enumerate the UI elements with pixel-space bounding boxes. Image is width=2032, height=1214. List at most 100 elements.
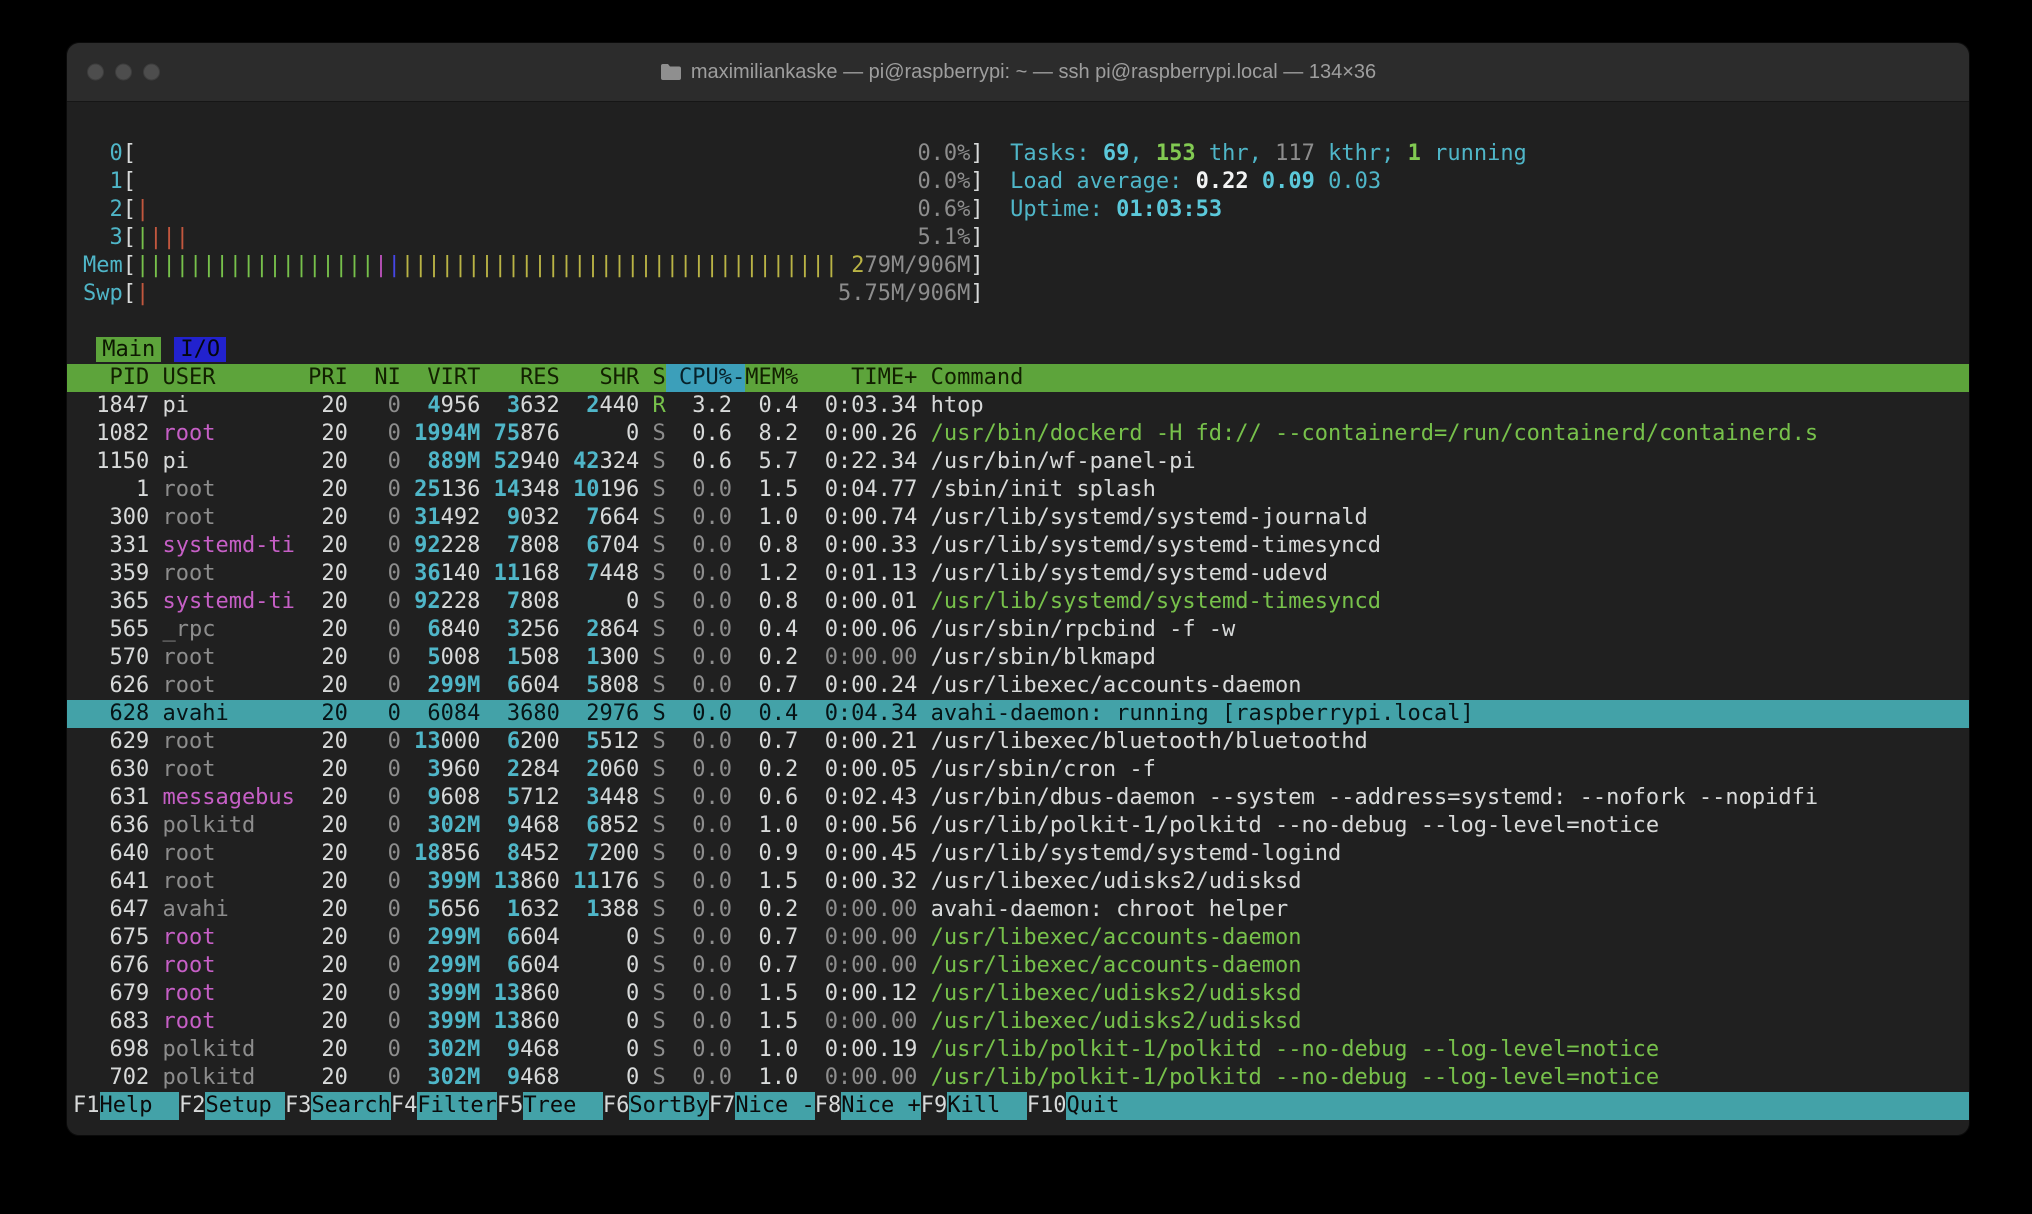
cell-cpu-percent: 0.0 (679, 896, 732, 924)
fkey-key-f10[interactable]: F10 (1027, 1092, 1067, 1120)
fkey-key-f2[interactable]: F2 (179, 1092, 206, 1120)
cell-cpu-percent: 0.0 (679, 924, 732, 952)
info-line-2: Uptime: 01:03:53 (1010, 197, 1222, 222)
cell-command: avahi-daemon: chroot helper (931, 897, 1289, 922)
cell-cpu-percent: 0.6 (679, 420, 732, 448)
col-pri[interactable]: PRI (308, 364, 348, 392)
cell-mem-percent: 1.0 (745, 1036, 798, 1064)
col-pid[interactable]: PID (83, 364, 149, 392)
process-row-570[interactable]: 570 root 20 0 5008 1508 1300 S 0.0 0.2 0… (67, 644, 1969, 672)
fkey-kill[interactable]: Kill (947, 1092, 1026, 1120)
cell-cpu-percent: 0.0 (679, 1008, 732, 1036)
col-mem[interactable]: MEM% (745, 364, 798, 392)
process-row-359[interactable]: 359 root 20 0 36140 11168 7448 S 0.0 1.2… (67, 560, 1969, 588)
fkey-key-f1[interactable]: F1 (73, 1092, 100, 1120)
fkey-setup[interactable]: Setup (205, 1092, 284, 1120)
cell-time: 0:00.00 (811, 1008, 917, 1036)
fkey-filter[interactable]: Filter (417, 1092, 496, 1120)
process-row-1150[interactable]: 1150 pi 20 0 889M 52940 42324 S 0.6 5.7 … (67, 448, 1969, 476)
process-row-1082[interactable]: 1082 root 20 0 1994M 75876 0 S 0.6 8.2 0… (67, 420, 1969, 448)
cell-res: 11168 (494, 560, 560, 588)
meter-3: 3[||||5.1%] (83, 225, 984, 250)
process-row-1[interactable]: 1 root 20 0 25136 14348 10196 S 0.0 1.5 … (67, 476, 1969, 504)
col-ni[interactable]: NI (361, 364, 401, 392)
cell-command: /usr/libexec/udisks2/udisksd (931, 869, 1302, 894)
cell-state: S (653, 1008, 666, 1036)
process-row-630[interactable]: 630 root 20 0 3960 2284 2060 S 0.0 0.2 0… (67, 756, 1969, 784)
process-row-626[interactable]: 626 root 20 0 299M 6604 5808 S 0.0 0.7 0… (67, 672, 1969, 700)
fkey-key-f5[interactable]: F5 (497, 1092, 524, 1120)
meter-bracket-open: [ (123, 281, 136, 306)
process-row-676[interactable]: 676 root 20 0 299M 6604 0 S 0.0 0.7 0:00… (67, 952, 1969, 980)
fkey-key-f8[interactable]: F8 (815, 1092, 842, 1120)
cell-cpu-percent: 0.0 (679, 1064, 732, 1092)
cell-res: 8452 (494, 840, 560, 868)
cell-cpu-percent: 0.0 (679, 840, 732, 868)
fkey-nice+[interactable]: Nice + (841, 1092, 920, 1120)
cell-nice: 0 (361, 896, 401, 924)
process-row-629[interactable]: 629 root 20 0 13000 6200 5512 S 0.0 0.7 … (67, 728, 1969, 756)
close-button[interactable] (87, 64, 104, 81)
col-command[interactable]: Command (931, 365, 1024, 390)
process-row-698[interactable]: 698 polkitd 20 0 302M 9468 0 S 0.0 1.0 0… (67, 1036, 1969, 1064)
fkey-key-f3[interactable]: F3 (285, 1092, 312, 1120)
fkey-nice-[interactable]: Nice - (735, 1092, 814, 1120)
cell-res: 6604 (494, 672, 560, 700)
cell-priority: 20 (308, 476, 348, 504)
cell-shr: 7664 (573, 504, 639, 532)
fkey-quit[interactable]: Quit (1066, 1092, 1145, 1120)
cell-mem-percent: 1.0 (745, 1064, 798, 1092)
process-row-628[interactable]: 628 avahi 20 0 6084 3680 2976 S 0.0 0.4 … (67, 700, 1969, 728)
meter-bars: |||| (136, 224, 189, 252)
col-user[interactable]: USER (162, 364, 294, 392)
zoom-button[interactable] (143, 64, 160, 81)
process-row-683[interactable]: 683 root 20 0 399M 13860 0 S 0.0 1.5 0:0… (67, 1008, 1969, 1036)
minimize-button[interactable] (115, 64, 132, 81)
process-row-702[interactable]: 702 polkitd 20 0 302M 9468 0 S 0.0 1.0 0… (67, 1064, 1969, 1092)
fkey-sortby[interactable]: SortBy (629, 1092, 708, 1120)
cell-time: 0:00.00 (811, 1064, 917, 1092)
cell-command: /usr/lib/systemd/systemd-timesyncd (931, 589, 1381, 614)
cell-priority: 20 (308, 700, 348, 728)
col-state[interactable]: S (653, 364, 666, 392)
process-row-675[interactable]: 675 root 20 0 299M 6604 0 S 0.0 0.7 0:00… (67, 924, 1969, 952)
col-res[interactable]: RES (494, 364, 560, 392)
tab-io[interactable]: I/O (174, 337, 226, 362)
cell-command: /usr/lib/systemd/systemd-journald (931, 505, 1368, 530)
process-row-631[interactable]: 631 messagebus 20 0 9608 5712 3448 S 0.0… (67, 784, 1969, 812)
process-row-647[interactable]: 647 avahi 20 0 5656 1632 1388 S 0.0 0.2 … (67, 896, 1969, 924)
cell-shr: 0 (573, 952, 639, 980)
fkey-search[interactable]: Search (311, 1092, 390, 1120)
cell-virt: 299M (414, 952, 480, 980)
tab-main[interactable]: Main (96, 337, 161, 362)
process-row-1847[interactable]: 1847 pi 20 0 4956 3632 2440 R 3.2 0.4 0:… (67, 392, 1969, 420)
process-row-636[interactable]: 636 polkitd 20 0 302M 9468 6852 S 0.0 1.… (67, 812, 1969, 840)
fkey-key-f7[interactable]: F7 (709, 1092, 736, 1120)
cell-user: systemd-ti (162, 588, 294, 616)
fkey-key-f6[interactable]: F6 (603, 1092, 630, 1120)
process-row-365[interactable]: 365 systemd-ti 20 0 92228 7808 0 S 0.0 0… (67, 588, 1969, 616)
fkey-tree[interactable]: Tree (523, 1092, 602, 1120)
process-row-300[interactable]: 300 root 20 0 31492 9032 7664 S 0.0 1.0 … (67, 504, 1969, 532)
col-cpu-sort[interactable]: CPU%- (666, 364, 745, 392)
cell-res: 6604 (494, 924, 560, 952)
process-row-331[interactable]: 331 systemd-ti 20 0 92228 7808 6704 S 0.… (67, 532, 1969, 560)
cell-pid: 1082 (83, 420, 149, 448)
cell-command: /usr/libexec/accounts-daemon (931, 953, 1302, 978)
col-virt[interactable]: VIRT (414, 364, 480, 392)
process-row-565[interactable]: 565 _rpc 20 0 6840 3256 2864 S 0.0 0.4 0… (67, 616, 1969, 644)
cell-time: 0:00.06 (811, 616, 917, 644)
fkey-key-f4[interactable]: F4 (391, 1092, 418, 1120)
cell-virt: 25136 (414, 476, 480, 504)
process-row-640[interactable]: 640 root 20 0 18856 8452 7200 S 0.0 0.9 … (67, 840, 1969, 868)
col-shr[interactable]: SHR (573, 364, 639, 392)
process-row-679[interactable]: 679 root 20 0 399M 13860 0 S 0.0 1.5 0:0… (67, 980, 1969, 1008)
cell-priority: 20 (308, 784, 348, 812)
cell-cpu-percent: 3.2 (679, 392, 732, 420)
process-row-641[interactable]: 641 root 20 0 399M 13860 11176 S 0.0 1.5… (67, 868, 1969, 896)
fkey-help[interactable]: Help (100, 1092, 179, 1120)
col-time[interactable]: TIME+ (811, 364, 917, 392)
fkey-key-f9[interactable]: F9 (921, 1092, 948, 1120)
cell-mem-percent: 0.8 (745, 588, 798, 616)
cell-nice: 0 (361, 700, 401, 728)
